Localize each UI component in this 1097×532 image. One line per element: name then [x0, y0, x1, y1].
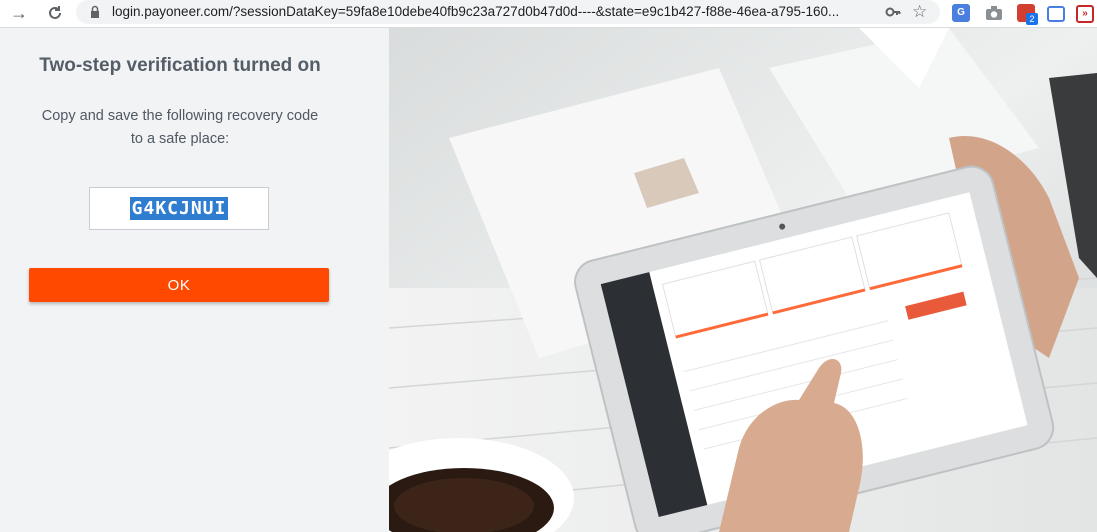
page-title: Two-step verification turned on: [39, 55, 321, 76]
recovery-code[interactable]: G4KCJNUI: [129, 197, 229, 220]
url-text[interactable]: login.payoneer.com/?sessionDataKey=59fa8…: [112, 4, 872, 19]
instruction-line-1: Copy and save the following recovery cod…: [41, 108, 319, 124]
recovery-code-box[interactable]: G4KCJNUI: [89, 187, 269, 230]
extension-badge: 2: [1026, 13, 1038, 25]
instruction-text: Copy and save the following recovery cod…: [20, 105, 340, 151]
ok-button[interactable]: OK: [29, 268, 329, 302]
browser-toolbar: → login.payoneer.com/?sessionDataKey=59f…: [0, 0, 1097, 28]
fast-forward-extension-icon[interactable]: »: [1076, 5, 1094, 23]
instruction-line-2: to a safe place:: [130, 131, 230, 147]
verification-panel: Two-step verification turned on Copy and…: [0, 28, 389, 532]
lock-icon[interactable]: [90, 5, 100, 19]
hero-image: [389, 28, 1097, 532]
key-icon[interactable]: [884, 3, 902, 21]
address-bar[interactable]: login.payoneer.com/?sessionDataKey=59fa8…: [76, 0, 940, 24]
translate-extension-icon[interactable]: G: [952, 4, 970, 22]
forward-arrow-icon[interactable]: →: [8, 2, 30, 24]
window-extension-icon[interactable]: [1047, 6, 1065, 22]
star-icon[interactable]: ☆: [912, 2, 927, 22]
reload-icon[interactable]: [44, 2, 66, 24]
camera-extension-icon[interactable]: [985, 4, 1003, 22]
